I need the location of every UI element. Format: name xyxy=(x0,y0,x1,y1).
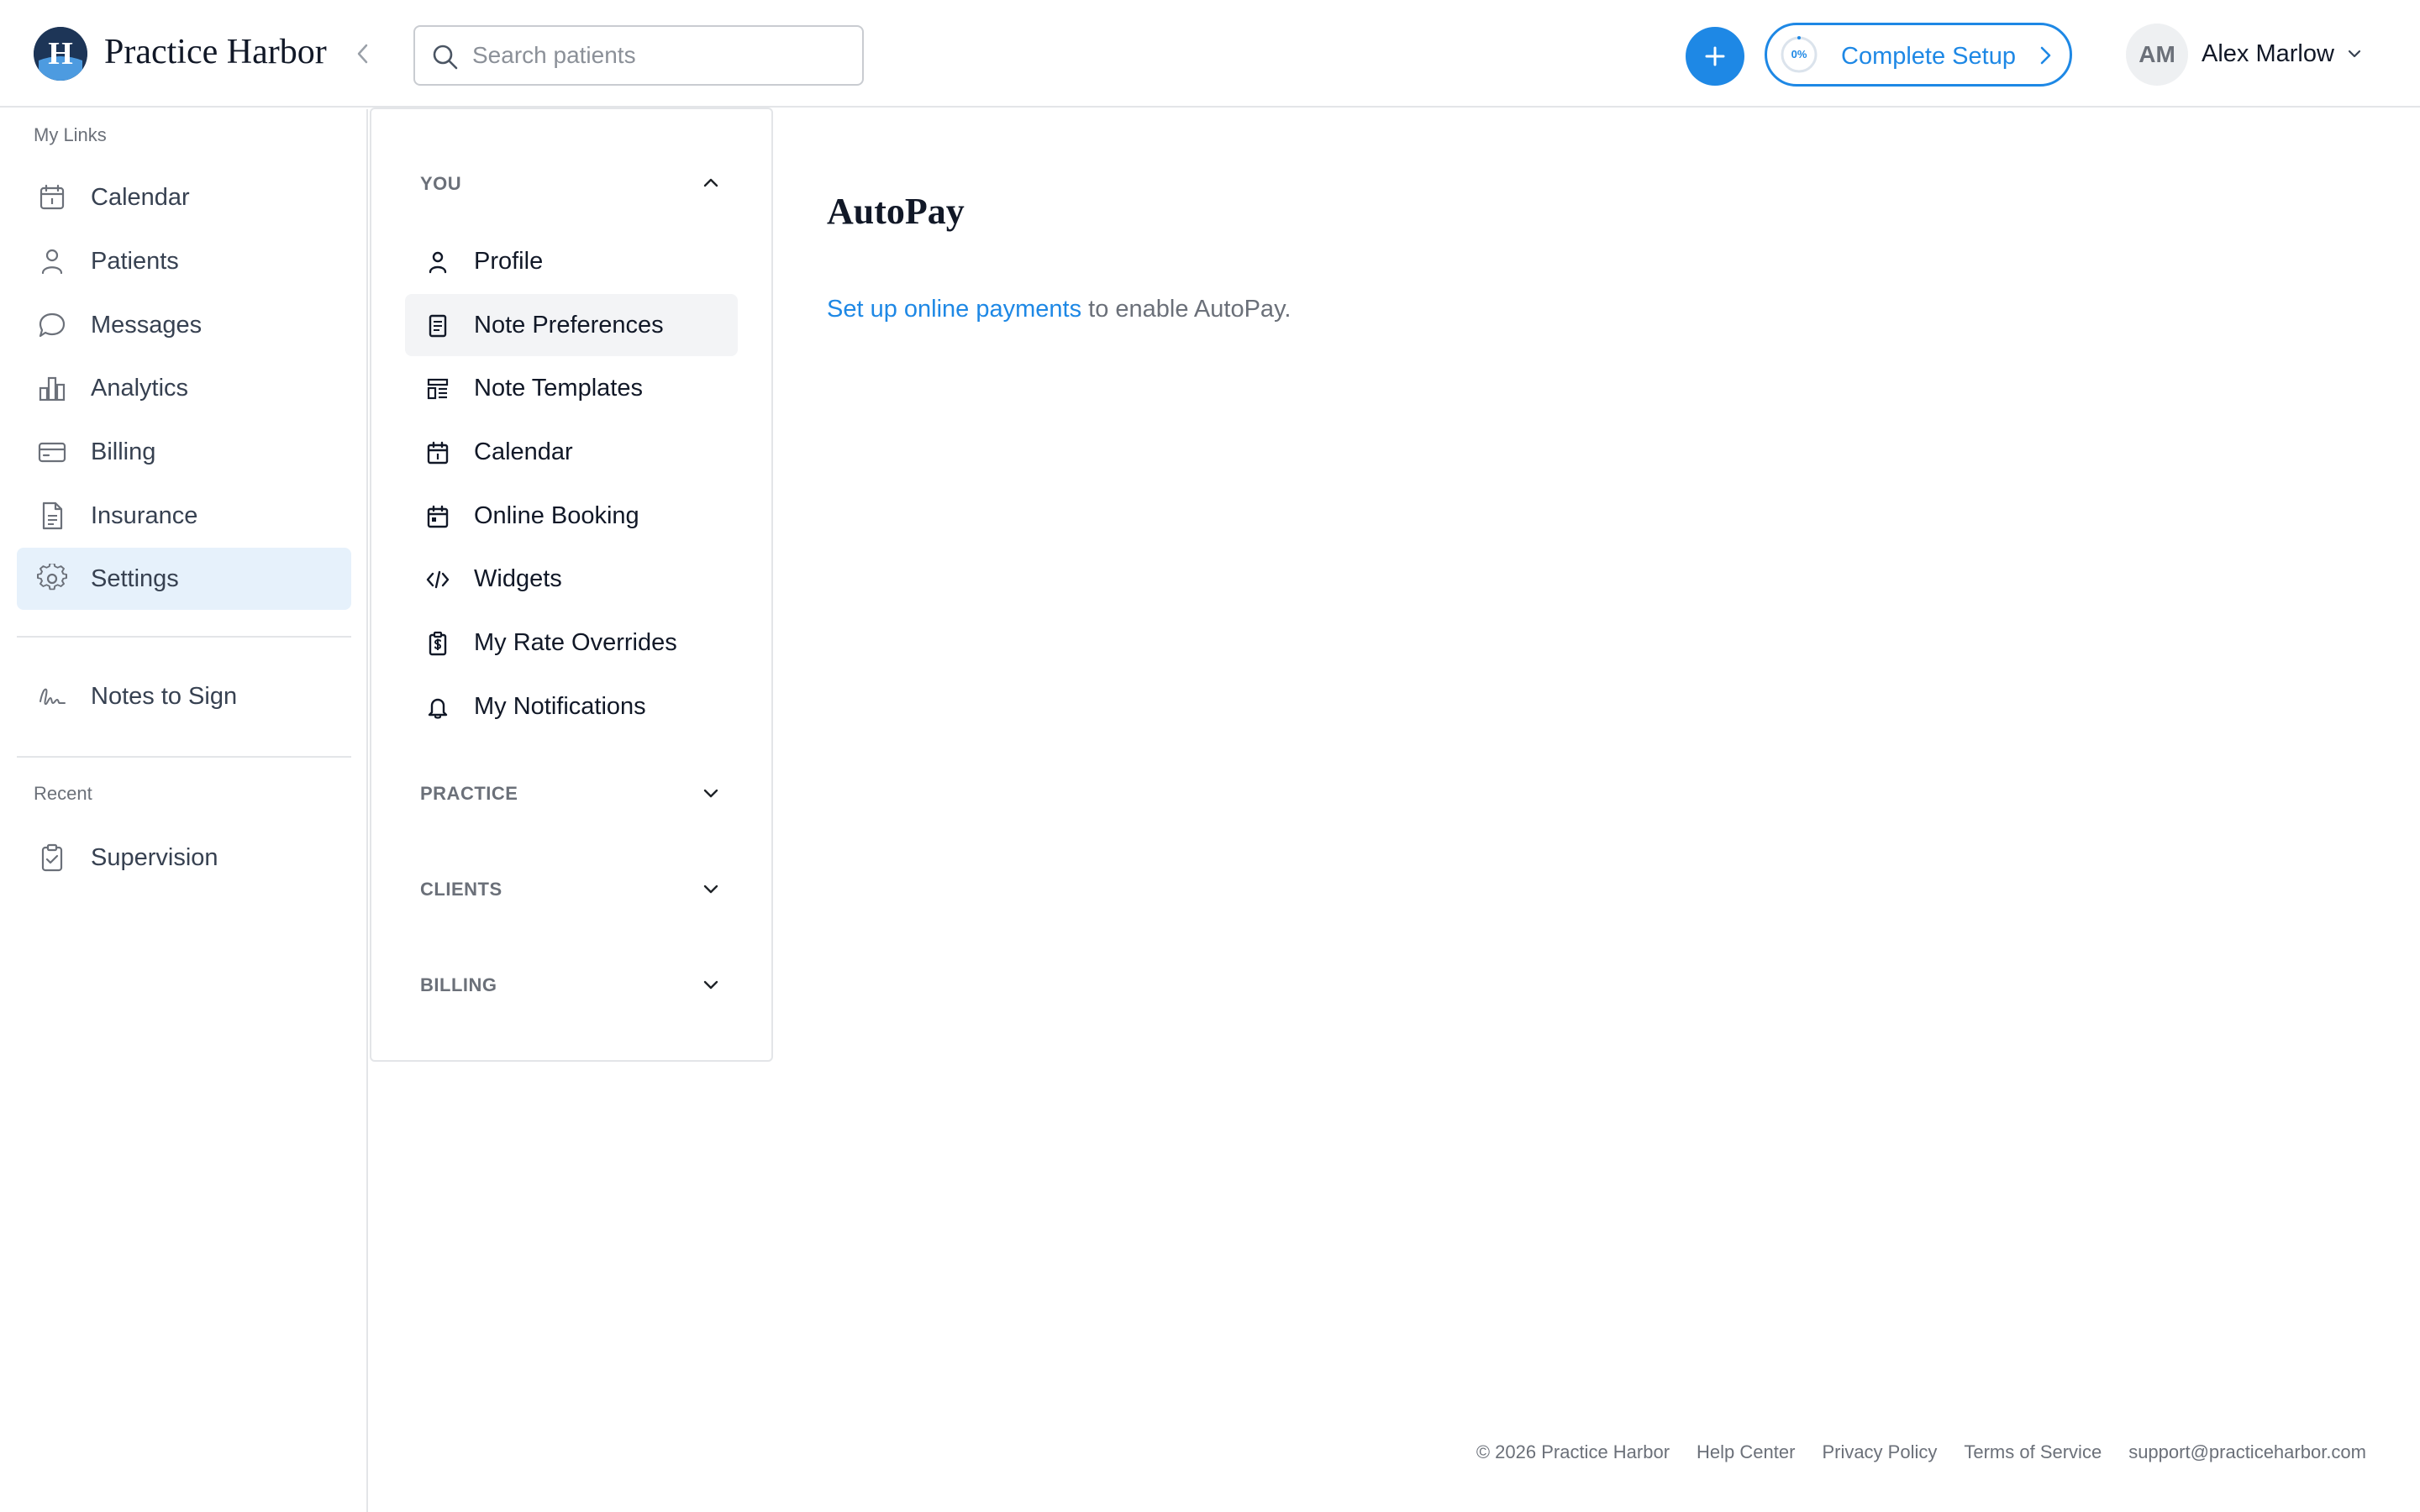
search-icon xyxy=(433,45,458,70)
settings-item-online-booking[interactable]: Online Booking xyxy=(405,485,738,547)
group-title: BILLING xyxy=(420,974,497,995)
settings-group-billing[interactable]: BILLING xyxy=(371,959,771,1010)
sidebar-divider xyxy=(17,756,351,758)
settings-item-label: Calendar xyxy=(474,438,573,465)
settings-item-calendar[interactable]: Calendar xyxy=(405,421,738,483)
logo-icon: H xyxy=(34,27,87,81)
setup-online-payments-link[interactable]: Set up online payments xyxy=(827,296,1081,323)
user-name[interactable]: Alex Marlow xyxy=(2202,40,2334,68)
sidebar-item-label: Analytics xyxy=(91,375,189,402)
logo-letter: H xyxy=(48,36,73,71)
sidebar-item-analytics[interactable]: Analytics xyxy=(17,357,351,419)
group-title: YOU xyxy=(420,173,462,194)
chevron-left-icon xyxy=(357,44,368,64)
sidebar-item-label: Calendar xyxy=(91,184,190,211)
clipboard-check-icon xyxy=(41,843,63,872)
sidebar-item-billing[interactable]: Billing xyxy=(17,421,351,483)
chevron-down-icon[interactable] xyxy=(2344,44,2365,64)
sidebar-item-messages[interactable]: Messages xyxy=(17,294,351,356)
settings-group-you[interactable]: YOU xyxy=(371,158,771,208)
bell-icon xyxy=(428,698,448,719)
credit-card-icon xyxy=(38,442,66,463)
page-title: AutoPay xyxy=(827,191,965,232)
sidebar-item-notes-to-sign[interactable]: Notes to Sign xyxy=(17,665,351,727)
my-links-label: My Links xyxy=(34,124,107,145)
code-icon xyxy=(426,570,450,589)
settings-item-label: Note Templates xyxy=(474,375,643,402)
settings-item-note-templates[interactable]: Note Templates xyxy=(405,357,738,419)
sidebar-item-supervision[interactable]: Supervision xyxy=(17,827,351,889)
calendar-icon xyxy=(39,184,65,210)
group-title: CLIENTS xyxy=(420,879,502,900)
footer-email-link[interactable]: support@practiceharbor.com xyxy=(2128,1441,2366,1463)
sidebar-item-label: Insurance xyxy=(91,502,198,529)
complete-setup-label: Complete Setup xyxy=(1841,43,2016,70)
sidebar-item-patients[interactable]: Patients xyxy=(17,230,351,292)
sidebar-item-calendar[interactable]: Calendar xyxy=(17,166,351,228)
complete-setup-button[interactable]: 0% Complete Setup xyxy=(1765,23,2072,87)
settings-item-profile[interactable]: Profile xyxy=(405,230,738,292)
settings-item-label: Widgets xyxy=(474,565,562,592)
settings-item-my-notifications[interactable]: My Notifications xyxy=(405,675,738,738)
settings-item-label: Online Booking xyxy=(474,502,639,529)
footer-help-link[interactable]: Help Center xyxy=(1697,1441,1795,1463)
top-header: H Practice Harbor Search patients 0% Com… xyxy=(0,0,2420,108)
settings-item-widgets[interactable]: Widgets xyxy=(405,548,738,610)
settings-item-label: My Rate Overrides xyxy=(474,629,677,656)
search-box[interactable] xyxy=(413,25,864,86)
settings-group-clients[interactable]: CLIENTS xyxy=(371,864,771,914)
template-icon xyxy=(427,378,449,400)
sidebar-item-label: Messages xyxy=(91,312,203,339)
chevron-right-icon xyxy=(2040,46,2051,65)
search-input[interactable] xyxy=(472,34,850,77)
settings-item-label: Note Preferences xyxy=(474,312,664,339)
left-sidebar: My Links Calendar Patients Messages Anal… xyxy=(0,109,368,1512)
footer-copyright: © 2026 Practice Harbor xyxy=(1476,1441,1670,1462)
sidebar-item-label: Supervision xyxy=(91,844,218,871)
app-name: Practice Harbor xyxy=(104,33,327,71)
settings-item-note-preferences[interactable]: Note Preferences xyxy=(405,294,738,356)
bar-chart-icon xyxy=(39,376,66,402)
sidebar-item-label: Patients xyxy=(91,248,179,275)
setup-progress-text: 0% xyxy=(1791,48,1807,60)
chevron-up-icon xyxy=(703,178,718,187)
sidebar-item-label: Settings xyxy=(91,565,179,592)
settings-item-my-rate-overrides[interactable]: My Rate Overrides xyxy=(405,612,738,674)
calendar-booking-icon xyxy=(427,505,449,528)
settings-group-practice[interactable]: PRACTICE xyxy=(371,768,771,818)
sidebar-item-settings[interactable]: Settings xyxy=(17,548,351,610)
autopay-message: Set up online payments to enable AutoPay… xyxy=(827,296,1291,323)
sidebar-item-label: Billing xyxy=(91,438,156,465)
dollar-clipboard-icon xyxy=(429,631,447,656)
signature-icon xyxy=(39,688,66,706)
chevron-down-icon xyxy=(703,885,718,894)
settings-item-label: Profile xyxy=(474,248,544,275)
gear-icon xyxy=(37,564,67,591)
settings-nav-panel: YOU Profile Note Preferences Note Templa… xyxy=(370,108,773,1062)
person-icon xyxy=(429,251,447,274)
person-icon xyxy=(41,249,63,275)
note-icon xyxy=(429,314,447,338)
app-root: H Practice Harbor Search patients 0% Com… xyxy=(0,0,2420,1512)
calendar-icon xyxy=(427,441,449,465)
collapse-sidebar-button[interactable] xyxy=(348,37,378,71)
sidebar-divider xyxy=(17,636,351,638)
document-icon xyxy=(42,501,63,530)
plus-icon xyxy=(1705,46,1725,66)
settings-item-label: My Notifications xyxy=(474,693,646,720)
footer-privacy-link[interactable]: Privacy Policy xyxy=(1822,1441,1937,1463)
chat-bubble-icon xyxy=(39,312,66,338)
autopay-message-text: to enable AutoPay. xyxy=(1081,296,1292,323)
chevron-down-icon xyxy=(703,789,718,798)
group-title: PRACTICE xyxy=(420,783,518,804)
footer-terms-link[interactable]: Terms of Service xyxy=(1964,1441,2102,1463)
footer: © 2026 Practice Harbor Help Center Priva… xyxy=(1476,1441,2366,1463)
recent-label: Recent xyxy=(34,783,92,804)
sidebar-item-label: Notes to Sign xyxy=(91,683,238,710)
add-button[interactable] xyxy=(1686,27,1744,86)
chevron-down-icon xyxy=(703,980,718,990)
sidebar-item-insurance[interactable]: Insurance xyxy=(17,485,351,547)
user-avatar[interactable]: AM xyxy=(2126,24,2188,86)
